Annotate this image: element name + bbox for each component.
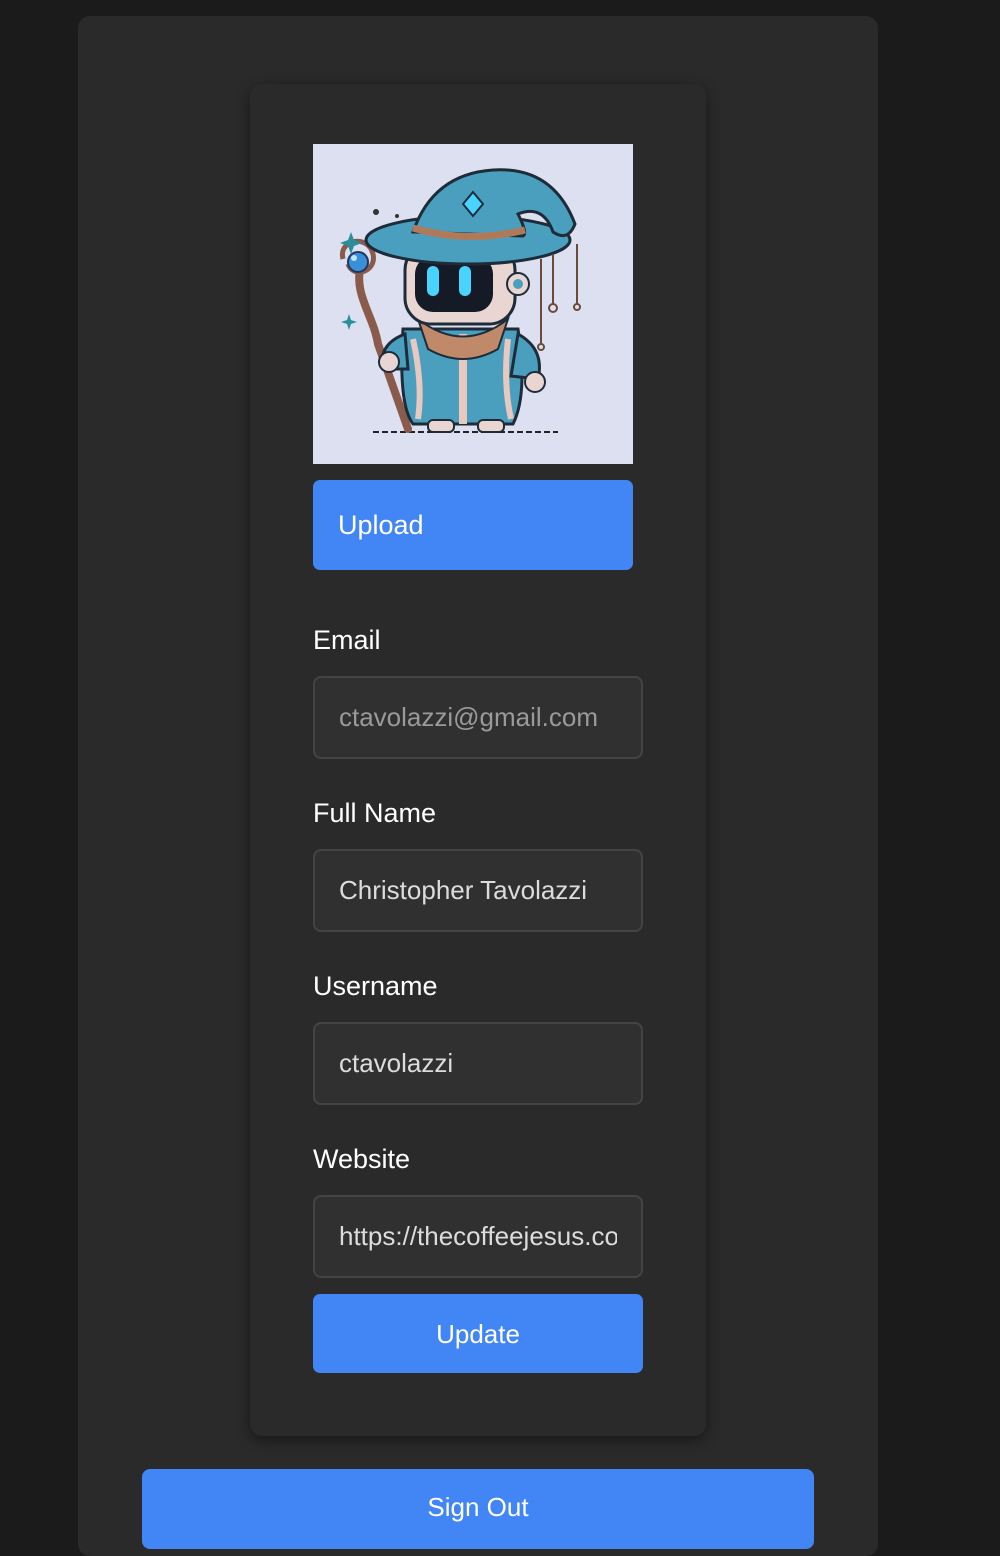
robot-wizard-illustration	[313, 144, 633, 464]
full-name-label: Full Name	[313, 798, 437, 828]
sign-out-button[interactable]: Sign Out	[142, 1469, 814, 1549]
avatar-image	[313, 144, 633, 464]
update-button[interactable]: Update	[313, 1294, 643, 1373]
full-name-field[interactable]	[313, 849, 643, 932]
username-label: Username	[313, 971, 438, 1001]
profile-card: Upload Email Full Name Username Website …	[250, 84, 706, 1436]
username-field[interactable]	[313, 1022, 643, 1105]
website-field[interactable]	[313, 1195, 643, 1278]
upload-button[interactable]: Upload	[313, 480, 633, 570]
website-label: Website	[313, 1144, 411, 1174]
account-panel: Upload Email Full Name Username Website …	[78, 16, 878, 1556]
email-field[interactable]	[313, 676, 643, 759]
email-label: Email	[313, 625, 381, 655]
